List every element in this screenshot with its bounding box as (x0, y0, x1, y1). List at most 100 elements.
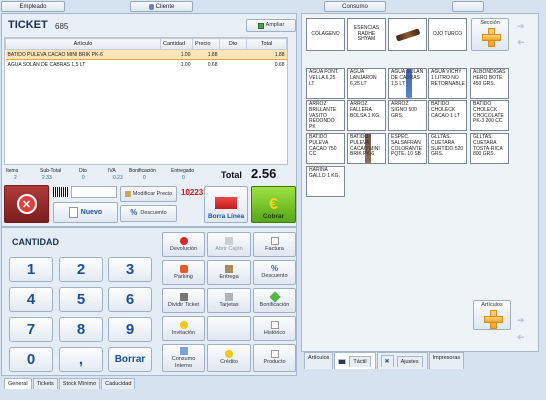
row-articulo: BATIDO PULEVA CACAO MINI BRIK PK-6 (5, 49, 161, 60)
section-ojo-turco[interactable]: OJO TURCO (428, 18, 467, 51)
key-2[interactable]: 2 (59, 257, 103, 282)
table-row[interactable]: AGUA SOLAN DE CABRAS 1,5 LT 1.00 0.68 0.… (6, 60, 287, 70)
empleado-button[interactable]: Empleado (1, 1, 65, 12)
sections-prev-arrow-icon[interactable]: ➔ (517, 37, 525, 48)
ampliar-button[interactable]: Ampliar (246, 19, 296, 32)
product-tile[interactable]: AGUA LANJARON 6,25 LT (347, 68, 386, 99)
cancel-icon: ✕ (16, 194, 37, 214)
entrega-button[interactable]: Entrega (207, 260, 251, 285)
key-borrar[interactable]: Borrar (108, 347, 152, 372)
add-article-button[interactable]: Artículos (473, 300, 511, 330)
abrir-cajon-button[interactable]: Abrir Cajón (207, 232, 251, 257)
tab-ajustes[interactable]: ✖ Ajustes (376, 352, 428, 369)
iva-label: IVA (108, 168, 116, 174)
iva-value: 0.23 (113, 175, 123, 181)
parking-button[interactable]: Parking (162, 260, 205, 285)
product-tile[interactable]: AGUA SOLAN DE CABRAS 1,5 LT (388, 68, 427, 99)
cobrar-button[interactable]: € Cobrar (251, 186, 296, 223)
key-comma[interactable]: , (59, 347, 103, 372)
key-9[interactable]: 9 (108, 317, 152, 342)
section-colageno[interactable]: COLAGENO (306, 18, 345, 51)
bottle-icon (406, 69, 412, 98)
key-7[interactable]: 7 (9, 317, 53, 342)
dividir-ticket-button[interactable]: Dividir Ticket (162, 288, 205, 313)
tab-stock-minimo[interactable]: Stock Mínimo (58, 378, 101, 389)
tools-icon: ✖ (380, 355, 394, 367)
add-section-button[interactable]: Sección (471, 18, 509, 51)
bonificacion-button[interactable]: Bonificación (253, 288, 296, 313)
producto-button[interactable]: Producto (253, 344, 296, 372)
tab-ajustes-label: Ajustes (396, 355, 423, 367)
person-icon (148, 3, 154, 10)
seccion-label: Sección (480, 20, 500, 26)
tab-tactil[interactable]: Táctil (334, 352, 376, 369)
section-incienso[interactable] (388, 18, 427, 51)
key-5[interactable]: 5 (59, 287, 103, 312)
col-cantidad[interactable]: Cantidad (160, 38, 193, 50)
product-tile[interactable]: ESPEC. SALSAFRAN COLORANTE PQTE. 10 SB (388, 133, 427, 164)
product-tile[interactable]: AGUA FONT. VELLA 6,25 LT (306, 68, 345, 99)
tab-tickets[interactable]: Tickets (32, 378, 58, 389)
percent-icon: % (270, 264, 279, 274)
product-tile[interactable]: BATIDO PULEVA CACAO MINI BRIK PK-6 (347, 133, 386, 164)
cancel-ticket-button[interactable]: ✕ (4, 185, 49, 223)
tab-caducidad[interactable]: Caducidad (101, 378, 136, 389)
left-tabs: General Tickets Stock Mínimo Caducidad (4, 378, 136, 389)
col-articulo[interactable]: Artículo (5, 38, 161, 50)
key-1[interactable]: 1 (9, 257, 53, 282)
section-esencias[interactable]: ESENCIAS RADHE SHYAM (347, 18, 386, 51)
smiley-icon (179, 320, 188, 329)
descuento-action-button[interactable]: % Descuento (120, 205, 177, 222)
extra-button[interactable] (452, 1, 484, 12)
key-6[interactable]: 6 (108, 287, 152, 312)
key-4[interactable]: 4 (9, 287, 53, 312)
product-tile[interactable]: ARROZ SIGNO 500 GRS. (388, 100, 427, 131)
blank-button[interactable] (207, 316, 251, 341)
tab-impresoras[interactable]: Impresoras (428, 352, 465, 369)
invitacion-button[interactable]: Invitación (162, 316, 205, 341)
product-tile[interactable]: BATIDO CHOLECK CHOCOLATE PK-3 200 CC (470, 100, 509, 131)
row-precio: 0.68 (207, 61, 218, 68)
modificar-precio-button[interactable]: Modificar Precio (120, 186, 177, 202)
product-tile[interactable]: ALBONDIGAS HERO BOTE 450 GRS. (470, 68, 509, 99)
tarjetas-button[interactable]: Tarjetas (207, 288, 251, 313)
credit-icon (225, 350, 233, 359)
product-tile[interactable]: BATIDO PULEVA CACAO 750 CC (306, 133, 345, 164)
consumo-label: Consumo (342, 3, 368, 10)
tab-tactil-label: Táctil (349, 355, 371, 367)
key-0[interactable]: 0 (9, 347, 53, 372)
abrir-cajon-label: Abrir Cajón (215, 245, 243, 252)
consumo-button[interactable]: Consumo (324, 1, 386, 12)
product-tile[interactable]: HARINA GALLO 1 KG. (306, 166, 345, 197)
row-articulo: AGUA SOLAN DE CABRAS 1,5 LT (7, 61, 86, 68)
col-precio[interactable]: Precio (192, 38, 220, 50)
tab-articulos[interactable]: Artículos (304, 352, 334, 369)
historico-button[interactable]: Histórico (253, 316, 296, 341)
products-prev-arrow-icon[interactable]: ➔ (517, 332, 525, 343)
consumo-interno-button[interactable]: Consumo Interno (162, 344, 205, 372)
descuento-button[interactable]: % Descuento (253, 260, 296, 285)
product-tile[interactable]: ARROZ FALLERA BOLSA 1 KG. (347, 100, 386, 131)
cliente-button[interactable]: Cliente (130, 1, 193, 12)
barcode-input[interactable] (71, 186, 117, 198)
products-next-arrow-icon[interactable]: ➔ (517, 315, 525, 326)
cantidad-input[interactable] (9, 252, 153, 256)
key-8[interactable]: 8 (59, 317, 103, 342)
product-tile[interactable]: GLLTAS. CUETARA TOSTA-RICA 800 GRS. (470, 133, 509, 164)
table-row[interactable]: BATIDO PULEVA CACAO MINI BRIK PK-6 1.00 … (5, 49, 287, 60)
product-tile[interactable]: ARROZ BRILLANTE VASITO REDONDO PK (306, 100, 345, 131)
new-document-icon (68, 207, 78, 218)
product-tile[interactable]: AGUA VICHY 1 LITRO NO RETORNABLE (428, 68, 467, 99)
product-tile[interactable]: GLLTAS. CUETARA SURTIDO 520 GRS. (428, 133, 467, 164)
key-3[interactable]: 3 (108, 257, 152, 282)
factura-button[interactable]: Factura (253, 232, 296, 257)
tab-general[interactable]: General (4, 378, 32, 389)
product-tile[interactable]: BATIDO CHOLECK CACAO 1 LT (428, 100, 467, 131)
borra-linea-button[interactable]: Borra Línea (204, 186, 248, 223)
credito-button[interactable]: Crédito (207, 344, 251, 372)
sections-next-arrow-icon[interactable]: ➔ (517, 21, 525, 32)
devolucion-button[interactable]: Devolución (162, 232, 205, 257)
col-dto[interactable]: Dto (219, 38, 247, 50)
col-total[interactable]: Total (246, 38, 287, 50)
nuevo-button[interactable]: Nuevo (53, 202, 118, 223)
